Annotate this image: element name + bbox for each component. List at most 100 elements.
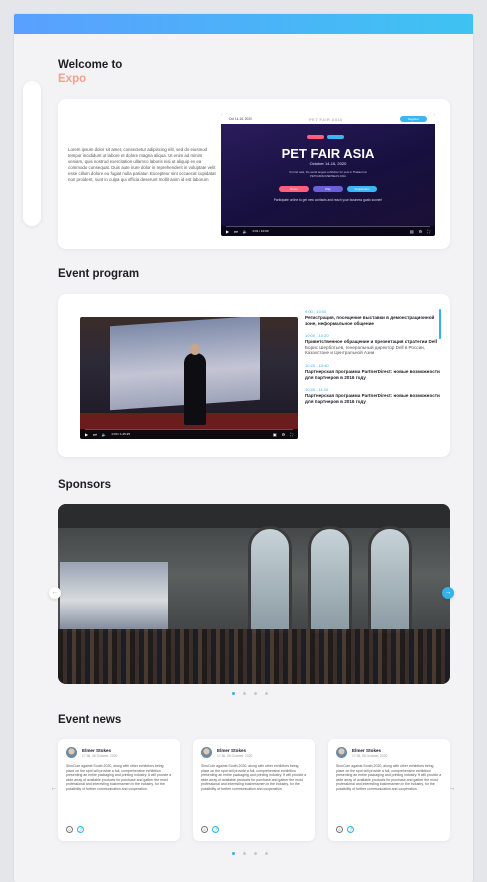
- program-card: ▶ ⏭ 🔈 0:00 / 1:25:25 ▣ ⚙ ⛶ 9:00 - 10:00 …: [58, 294, 450, 457]
- schedule-time: 9:00 - 10:00: [305, 309, 327, 314]
- tag-pill: [327, 135, 344, 139]
- schedule-text: Партнерская программа PartnerDirect: нов…: [305, 368, 440, 380]
- avatar: [201, 747, 212, 758]
- settings-icon[interactable]: ⚙: [419, 229, 423, 234]
- youtube-icon[interactable]: ▣: [273, 432, 277, 437]
- ceiling: [58, 504, 450, 528]
- arrow-right-icon[interactable]: →: [442, 587, 454, 599]
- video-play-button[interactable]: Play: [313, 186, 343, 192]
- top-bar: [14, 14, 473, 34]
- pagination-dot[interactable]: [254, 852, 257, 855]
- schedule-item: 10:00 - 10:20 Приветственное обращение и…: [305, 333, 441, 356]
- video-date: October 14-16, 2020: [309, 161, 347, 166]
- program-video-player[interactable]: ▶ ⏭ 🔈 0:00 / 1:25:25 ▣ ⚙ ⛶: [80, 317, 298, 439]
- share-icon[interactable]: ⤴: [347, 826, 354, 833]
- pagination-dot[interactable]: [254, 692, 257, 695]
- like-icon[interactable]: ☺: [201, 826, 208, 833]
- video-time: 0:01 / 10:00: [252, 229, 269, 233]
- schedule-speaker: Борис Шерботьев, генеральный директор De…: [305, 344, 425, 356]
- arched-window: [248, 526, 292, 636]
- video-title: PET FAIR ASIA: [281, 146, 375, 161]
- program-schedule[interactable]: 9:00 - 10:00 Регистрация, посещение выст…: [305, 309, 441, 445]
- news-pagination: [232, 852, 268, 855]
- welcome-video-player[interactable]: Oct 14-16, 2020 PET FAIR ASIA Register P…: [221, 114, 435, 236]
- fullscreen-icon[interactable]: ⛶: [427, 229, 430, 234]
- schedule-scrollbar[interactable]: [439, 309, 441, 339]
- like-icon[interactable]: ☺: [336, 826, 343, 833]
- volume-icon[interactable]: 🔈: [243, 229, 248, 234]
- fullscreen-icon[interactable]: ⛶: [290, 432, 293, 437]
- speaker-head: [190, 344, 200, 355]
- scroll-indicator[interactable]: [23, 81, 41, 226]
- tag-pill: [307, 135, 324, 139]
- welcome-accent: Expo: [58, 73, 87, 85]
- video-buttons: Demo Play Registration: [279, 186, 377, 192]
- news-body: SinoCoin against South 2020, along with …: [66, 764, 172, 791]
- news-author: Elmer Stokes: [82, 747, 112, 753]
- sponsors-title: Sponsors: [58, 479, 112, 491]
- schedule-item: 10:20 - 10:40 Партнерская программа Part…: [305, 363, 441, 380]
- video-controls: ▶ ⏭ 🔈 0:01 / 10:00 ▤ ⚙ ⛶: [221, 226, 435, 236]
- news-date: 17:36, 06 October, 2020: [217, 753, 253, 758]
- page-frame: Welcome to Expo Lorem ipsum dolor sit am…: [14, 14, 473, 882]
- news-title: Event news: [58, 714, 122, 726]
- avatar: [336, 747, 347, 758]
- welcome-text: Lorem ipsum dolor sit amet, consectetur …: [68, 147, 216, 183]
- news-card[interactable]: Elmer Stokes 17:36, 06 October, 2020 Sin…: [58, 739, 180, 841]
- news-card[interactable]: Elmer Stokes 17:36, 06 October, 2020 Sin…: [193, 739, 315, 841]
- video-tags: [307, 135, 344, 139]
- video-registration-button[interactable]: Registration: [347, 186, 377, 192]
- video-description: Pet fair asia, the world largest exhibit…: [289, 170, 367, 178]
- news-body: SinoCoin against South 2020, along with …: [336, 764, 442, 791]
- video-controls: ▶ ⏭ 🔈 0:00 / 1:25:25 ▣ ⚙ ⛶: [80, 429, 298, 439]
- video-register-button[interactable]: Register: [399, 116, 427, 122]
- pagination-dot[interactable]: [232, 692, 235, 695]
- video-progress-bar[interactable]: [226, 226, 430, 227]
- speaker-figure: [184, 353, 206, 425]
- next-icon[interactable]: ⏭: [93, 432, 97, 437]
- pagination-dot[interactable]: [265, 692, 268, 695]
- video-progress-bar[interactable]: [85, 429, 293, 430]
- pagination-dot[interactable]: [243, 852, 246, 855]
- like-icon[interactable]: ☺: [66, 826, 73, 833]
- avatar: [66, 747, 77, 758]
- arrow-left-icon[interactable]: ←: [49, 587, 61, 599]
- schedule-text: Приветственное обращение и презентация с…: [305, 339, 437, 345]
- video-demo-button[interactable]: Demo: [279, 186, 309, 192]
- arched-window: [308, 526, 352, 636]
- play-icon[interactable]: ▶: [226, 229, 229, 234]
- next-icon[interactable]: ⏭: [234, 229, 238, 234]
- news-card[interactable]: Elmer Stokes 17:36, 06 October, 2020 Sin…: [328, 739, 450, 841]
- schedule-text: Партнерская программа PartnerDirect: нов…: [305, 393, 440, 404]
- share-icon[interactable]: ⤴: [77, 826, 84, 833]
- video-site-header: Oct 14-16, 2020 PET FAIR ASIA Register: [221, 114, 435, 124]
- sponsors-pagination: [232, 692, 268, 695]
- play-icon[interactable]: ▶: [85, 432, 88, 437]
- welcome-title: Welcome to: [58, 59, 123, 71]
- schedule-item: 9:00 - 10:00 Регистрация, посещение выст…: [305, 309, 441, 326]
- audience: [58, 629, 450, 684]
- video-brand: PET FAIR ASIA: [308, 116, 343, 122]
- video-footer-text: Participate online to get new contacts a…: [273, 198, 383, 202]
- projection-screen: [60, 562, 168, 632]
- schedule-time: 10:20 - 10:40: [305, 362, 329, 368]
- pagination-dot[interactable]: [243, 692, 246, 695]
- settings-icon[interactable]: ⚙: [282, 432, 286, 437]
- program-title: Event program: [58, 268, 140, 280]
- volume-icon[interactable]: 🔈: [102, 432, 107, 437]
- share-icon[interactable]: ⤴: [212, 826, 219, 833]
- news-date: 17:36, 06 October, 2020: [82, 753, 118, 758]
- news-author: Elmer Stokes: [352, 747, 382, 753]
- video-header-date: Oct 14-16, 2020: [229, 117, 252, 121]
- schedule-item: 10:40 - 11:10 Партнерская программа Part…: [305, 387, 441, 404]
- pagination-dot[interactable]: [232, 852, 235, 855]
- schedule-time: 10:00 - 10:20: [305, 333, 329, 339]
- video-time: 0:00 / 1:25:25: [111, 432, 131, 436]
- news-date: 17:36, 06 October, 2020: [352, 753, 388, 758]
- subtitles-icon[interactable]: ▤: [410, 229, 414, 234]
- schedule-time: 10:40 - 11:10: [305, 387, 329, 393]
- schedule-text: Регистрация, посещение выставки в демонс…: [305, 315, 435, 326]
- welcome-card: Lorem ipsum dolor sit amet, consectetur …: [58, 99, 450, 249]
- pagination-dot[interactable]: [265, 852, 268, 855]
- news-author: Elmer Stokes: [217, 747, 247, 753]
